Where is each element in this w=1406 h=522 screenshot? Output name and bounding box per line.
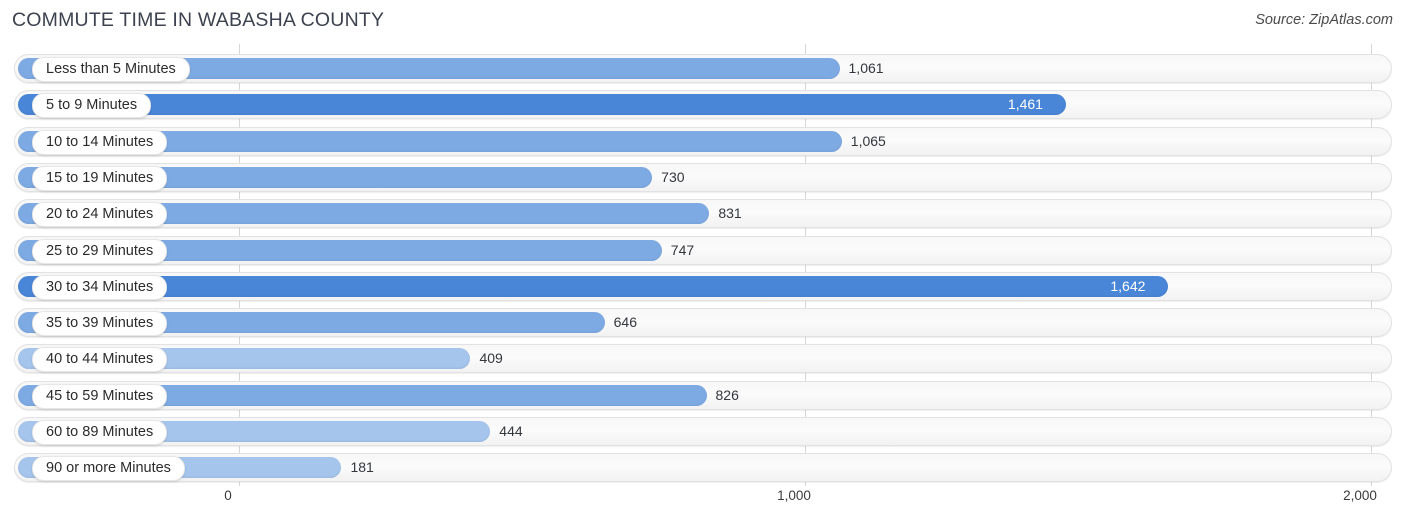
- bar-row[interactable]: 10 to 14 Minutes 1,065: [14, 126, 1392, 156]
- page-title: COMMUTE TIME IN WABASHA COUNTY: [12, 9, 385, 31]
- bar-category-label[interactable]: 60 to 89 Minutes: [32, 420, 168, 445]
- bar-value-label: 747: [670, 241, 695, 258]
- bar-value-label: 444: [499, 423, 523, 439]
- bar-category-label[interactable]: 30 to 34 Minutes: [32, 274, 168, 300]
- bar-row[interactable]: Less than 5 Minutes 1,061: [14, 54, 1392, 83]
- bar-row[interactable]: 40 to 44 Minutes 409: [14, 344, 1392, 374]
- bar-category-label[interactable]: 40 to 44 Minutes: [32, 347, 168, 373]
- bar-value-label: 1,061: [848, 60, 884, 76]
- bar-fill: [18, 94, 1066, 116]
- bar-value-label: 1,642: [1110, 277, 1146, 294]
- bar-row[interactable]: 30 to 34 Minutes 1,642: [14, 271, 1392, 301]
- source-attribution: Source: ZipAtlas.com: [1255, 12, 1393, 28]
- bar-row[interactable]: 35 to 39 Minutes 646: [14, 308, 1392, 338]
- bar-category-label[interactable]: 15 to 19 Minutes: [32, 165, 168, 191]
- bar-category-label[interactable]: 5 to 9 Minutes: [32, 93, 152, 119]
- bar-row[interactable]: 60 to 89 Minutes 444: [14, 417, 1392, 446]
- bar-value-label: 646: [613, 314, 637, 331]
- bar-value-label: 409: [479, 350, 503, 367]
- bar-value-label: 826: [715, 386, 739, 403]
- chart-plot-area: Less than 5 Minutes 1,061 5 to 9 Minutes 1,…: [0, 44, 1406, 486]
- bar-category-label[interactable]: 20 to 24 Minutes: [32, 202, 168, 228]
- bar-row[interactable]: 15 to 19 Minutes 730: [14, 162, 1392, 192]
- bar-category-label[interactable]: 25 to 29 Minutes: [32, 238, 168, 264]
- bar-value-label: 1,065: [850, 132, 886, 149]
- bar-fill: [18, 275, 1169, 297]
- chart-header: COMMUTE TIME IN WABASHA COUNTY Source: Z…: [0, 0, 1406, 42]
- bar-category-label[interactable]: 35 to 39 Minutes: [32, 311, 168, 337]
- bar-category-label[interactable]: 10 to 14 Minutes: [32, 129, 168, 155]
- x-axis-tick-label: 1,000: [777, 488, 811, 503]
- bar-row[interactable]: 45 to 59 Minutes 826: [14, 380, 1392, 410]
- x-axis-tick-label: 2,000: [1343, 488, 1377, 503]
- bar-value-label: 730: [661, 168, 685, 185]
- bar-category-label[interactable]: 90 or more Minutes: [32, 456, 185, 482]
- bar-category-label[interactable]: Less than 5 Minutes: [32, 57, 190, 82]
- bar-row[interactable]: 25 to 29 Minutes 747: [14, 235, 1392, 265]
- bar-row[interactable]: 5 to 9 Minutes 1,461: [14, 90, 1392, 120]
- x-axis: 0 1,000 2,000: [0, 486, 1406, 522]
- bar-row[interactable]: 20 to 24 Minutes 831: [14, 199, 1392, 229]
- x-axis-tick-label: 0: [224, 488, 232, 503]
- bar-category-label[interactable]: 45 to 59 Minutes: [32, 383, 168, 409]
- bar-value-label: 831: [718, 205, 742, 222]
- bar-row[interactable]: 90 or more Minutes 181: [14, 453, 1392, 483]
- bar-value-label: 181: [350, 459, 374, 476]
- bar-value-label: 1,461: [1007, 96, 1043, 113]
